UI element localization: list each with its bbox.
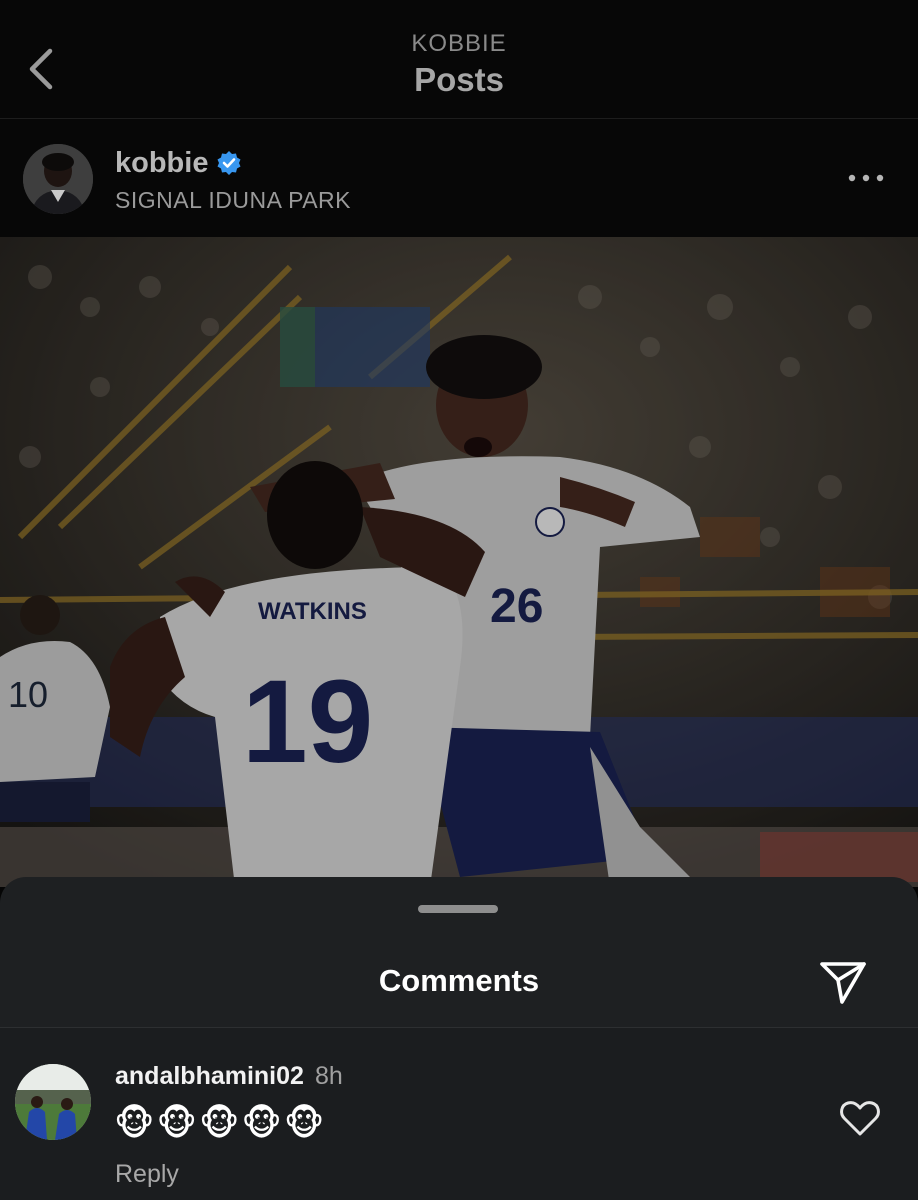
profile-photo: [23, 144, 93, 214]
post-location[interactable]: SIGNAL IDUNA PARK: [115, 187, 351, 214]
post-header: kobbie SIGNAL IDUNA PARK: [0, 119, 918, 237]
commenter-photo: [15, 1064, 91, 1140]
verified-badge-icon: [216, 150, 242, 176]
comment-timestamp: 8h: [314, 1062, 343, 1090]
app-root: KOBBIE Posts kobbie SIGNAL IDUNA PARK Co…: [0, 0, 918, 1200]
share-button[interactable]: [816, 959, 870, 1007]
account-name: KOBBIE: [411, 30, 507, 57]
comment-text: 🐵🐵🐵🐵🐵: [114, 1104, 327, 1143]
comment-header: andalbhamini02 8h: [115, 1062, 343, 1091]
comments-title: Comments: [378, 963, 540, 998]
header-titles: KOBBIE Posts: [0, 28, 918, 100]
sheet-grabber-handle[interactable]: [418, 905, 498, 913]
photo-image: 10 26: [0, 237, 918, 887]
more-horizontal-icon: [848, 174, 884, 182]
page-title: Posts: [414, 61, 504, 98]
comment-username[interactable]: andalbhamini02: [115, 1062, 304, 1091]
post-username[interactable]: kobbie: [115, 146, 208, 180]
top-header: KOBBIE Posts: [0, 0, 918, 119]
like-comment-button[interactable]: [836, 1096, 884, 1140]
post-photo[interactable]: 10 26: [0, 237, 918, 887]
reply-button[interactable]: Reply: [115, 1160, 179, 1189]
username-row[interactable]: kobbie: [115, 146, 242, 180]
avatar[interactable]: [23, 144, 93, 214]
comment-avatar[interactable]: [15, 1064, 91, 1140]
more-options-button[interactable]: [842, 163, 890, 193]
heart-outline-icon: [840, 1101, 880, 1136]
comments-sheet: Comments andalbhamini02 8h 🐵🐵🐵🐵🐵 Reply: [0, 877, 918, 1200]
comment-item: andalbhamini02 8h 🐵🐵🐵🐵🐵 Reply: [0, 1028, 918, 1200]
send-icon: [820, 962, 866, 1004]
